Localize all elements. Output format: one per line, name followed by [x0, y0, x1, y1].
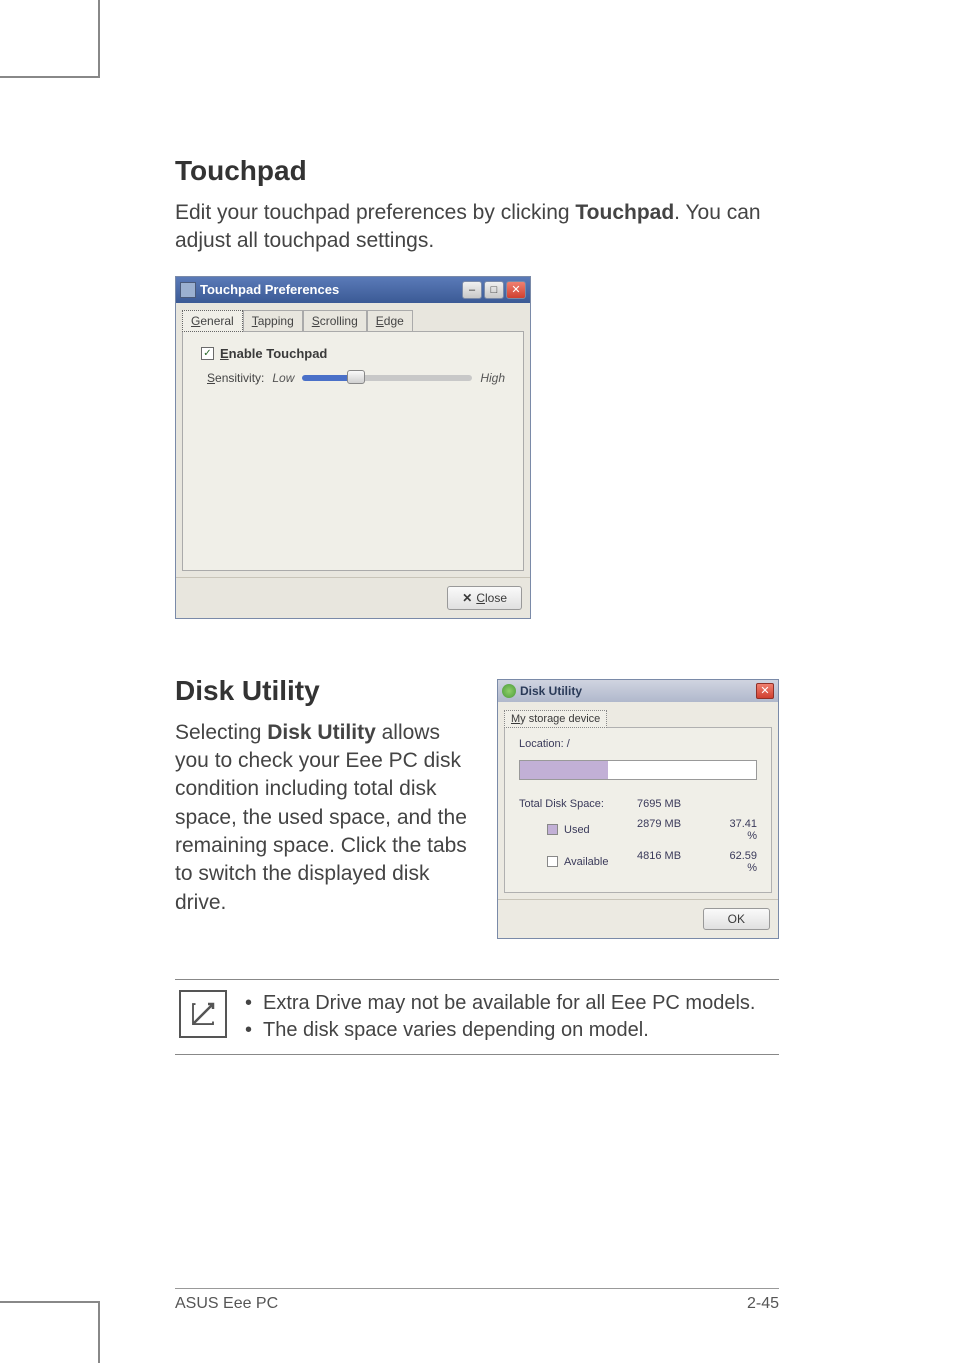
sensitivity-slider[interactable] [302, 375, 472, 381]
enable-touchpad-label-text: Enable Touchpad [220, 346, 327, 361]
minimize-button[interactable]: – [462, 281, 482, 299]
touchpad-para-bold: Touchpad [575, 201, 674, 224]
sensitivity-high-label: High [480, 371, 505, 385]
avail-swatch-icon [547, 856, 558, 867]
du-body: My storage device Location: / Total Disk… [498, 702, 778, 899]
disk-usage-bar [519, 760, 757, 780]
du-total-label: Total Disk Space: [519, 798, 637, 810]
maximize-button[interactable]: □ [484, 281, 504, 299]
window-icon [180, 282, 196, 298]
du-used-cell: Used [519, 818, 637, 842]
note-item-2: The disk space varies depending on model… [245, 1017, 755, 1044]
disk-utility-section: Disk Utility Selecting Disk Utility allo… [175, 675, 779, 939]
enable-touchpad-row: ✓ Enable Touchpad [201, 346, 505, 361]
touchpad-paragraph: Edit your touchpad preferences by clicki… [175, 199, 779, 256]
du-used-label: Used [564, 824, 590, 836]
disk-para-pre: Selecting [175, 721, 267, 744]
titlebar[interactable]: Touchpad Preferences – □ ✕ [176, 277, 530, 303]
du-row-avail: Available 4816 MB 62.59 % [519, 846, 757, 878]
page-footer: ASUS Eee PC 2-45 [175, 1288, 779, 1313]
du-panel: Location: / Total Disk Space: 7695 MB Us [504, 727, 772, 893]
window-body: General Tapping Scrolling Edge ✓ Enable … [176, 303, 530, 577]
footer-left: ASUS Eee PC [175, 1295, 278, 1313]
du-location: Location: / [519, 738, 757, 750]
crop-mark-bl-h [0, 1301, 100, 1303]
du-titlebar[interactable]: Disk Utility ✕ [498, 680, 778, 702]
du-window-title: Disk Utility [520, 684, 752, 698]
du-row-total: Total Disk Space: 7695 MB [519, 794, 757, 814]
sensitivity-row: Sensitivity: Low High [201, 371, 505, 385]
du-avail-pct: 62.59 % [717, 850, 757, 874]
du-avail-label: Available [564, 856, 608, 868]
touchpad-heading: Touchpad [175, 155, 779, 187]
slider-thumb[interactable] [347, 370, 365, 384]
du-footer: OK [498, 899, 778, 938]
tab-tapping[interactable]: Tapping [243, 310, 303, 332]
du-total-pct [717, 798, 757, 810]
tab-panel-general: ✓ Enable Touchpad Sensitivity: Low High [182, 331, 524, 571]
touchpad-preferences-window: Touchpad Preferences – □ ✕ General Tappi… [175, 276, 531, 619]
disk-usage-used-segment [520, 761, 608, 779]
note-list: Extra Drive may not be available for all… [245, 990, 755, 1044]
crop-mark-tl-v [98, 0, 100, 78]
du-total-size: 7695 MB [637, 798, 717, 810]
du-used-size: 2879 MB [637, 818, 717, 842]
du-window-icon [502, 684, 516, 698]
crop-mark-tl-h [0, 76, 100, 78]
disk-para-bold: Disk Utility [267, 721, 376, 744]
disk-utility-paragraph: Selecting Disk Utility allows you to che… [175, 719, 477, 917]
close-dialog-button[interactable]: ✕ Close [447, 586, 522, 610]
du-avail-size: 4816 MB [637, 850, 717, 874]
enable-touchpad-label: Enable Touchpad [220, 346, 327, 361]
touchpad-para-pre: Edit your touchpad preferences by clicki… [175, 201, 575, 224]
disk-para-post: allows you to check your Eee PC disk con… [175, 721, 467, 914]
tab-general[interactable]: General [182, 310, 243, 332]
note-icon [179, 990, 227, 1038]
du-used-pct: 37.41 % [717, 818, 757, 842]
du-ok-button[interactable]: OK [703, 908, 770, 930]
crop-mark-bl-v [98, 1301, 100, 1363]
tab-edge[interactable]: Edge [367, 310, 413, 332]
enable-touchpad-checkbox[interactable]: ✓ [201, 347, 214, 360]
du-ok-label: OK [728, 912, 745, 926]
close-x-icon: ✕ [462, 591, 472, 605]
du-avail-cell: Available [519, 850, 637, 874]
close-button[interactable]: ✕ [506, 281, 526, 299]
tab-scrolling[interactable]: Scrolling [303, 310, 367, 332]
du-close-button[interactable]: ✕ [756, 683, 774, 699]
du-row-used: Used 2879 MB 37.41 % [519, 814, 757, 846]
window-title: Touchpad Preferences [200, 282, 458, 297]
window-footer: ✕ Close [176, 577, 530, 618]
sensitivity-label: Sensitivity: [207, 371, 264, 385]
used-swatch-icon [547, 824, 558, 835]
disk-utility-text: Disk Utility Selecting Disk Utility allo… [175, 675, 477, 937]
disk-utility-heading: Disk Utility [175, 675, 477, 707]
disk-utility-window: Disk Utility ✕ My storage device Locatio… [497, 679, 779, 939]
du-tab-storage[interactable]: My storage device [504, 710, 607, 728]
close-button-label: Close [476, 591, 507, 605]
page-content: Touchpad Edit your touchpad preferences … [0, 0, 954, 1055]
sensitivity-low-label: Low [272, 371, 294, 385]
disk-usage-free-segment [608, 761, 756, 779]
footer-right: 2-45 [747, 1295, 779, 1313]
window-controls: – □ ✕ [462, 281, 526, 299]
note-box: Extra Drive may not be available for all… [175, 979, 779, 1055]
note-item-1: Extra Drive may not be available for all… [245, 990, 755, 1017]
tab-bar: General Tapping Scrolling Edge [182, 309, 524, 331]
